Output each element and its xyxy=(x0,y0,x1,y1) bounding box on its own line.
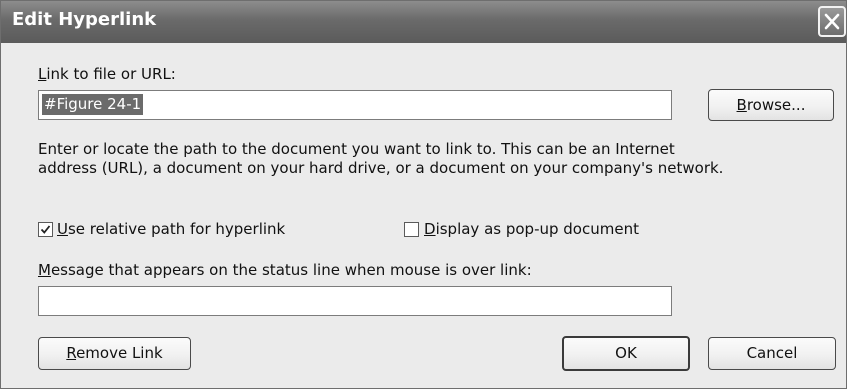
close-button[interactable] xyxy=(818,6,846,37)
cancel-button[interactable]: Cancel xyxy=(708,337,836,370)
browse-button[interactable]: Browse... xyxy=(708,89,834,121)
relative-path-label[interactable]: Use relative path for hyperlink xyxy=(57,220,285,238)
link-url-label: Link to file or URL: xyxy=(38,65,176,83)
help-description-line: address (URL), a document on your hard d… xyxy=(38,159,724,177)
edit-hyperlink-dialog: Edit Hyperlink Link to file or URL: #Fig… xyxy=(0,0,847,389)
help-description-line: Enter or locate the path to the document… xyxy=(38,140,675,158)
title-bar: Edit Hyperlink xyxy=(1,1,846,43)
status-message-label: Message that appears on the status line … xyxy=(38,261,532,279)
link-url-value: #Figure 24-1 xyxy=(42,94,144,115)
remove-link-button[interactable]: Remove Link xyxy=(38,337,191,370)
link-url-input[interactable]: #Figure 24-1 xyxy=(38,90,672,120)
ok-button[interactable]: OK xyxy=(562,336,690,371)
help-description: Enter or locate the path to the document… xyxy=(38,140,828,178)
status-message-input[interactable] xyxy=(38,286,672,316)
relative-path-checkbox[interactable] xyxy=(38,222,53,237)
dialog-title: Edit Hyperlink xyxy=(12,9,157,30)
popup-document-label[interactable]: Display as pop-up document xyxy=(424,220,639,238)
popup-document-checkbox[interactable] xyxy=(404,222,419,237)
